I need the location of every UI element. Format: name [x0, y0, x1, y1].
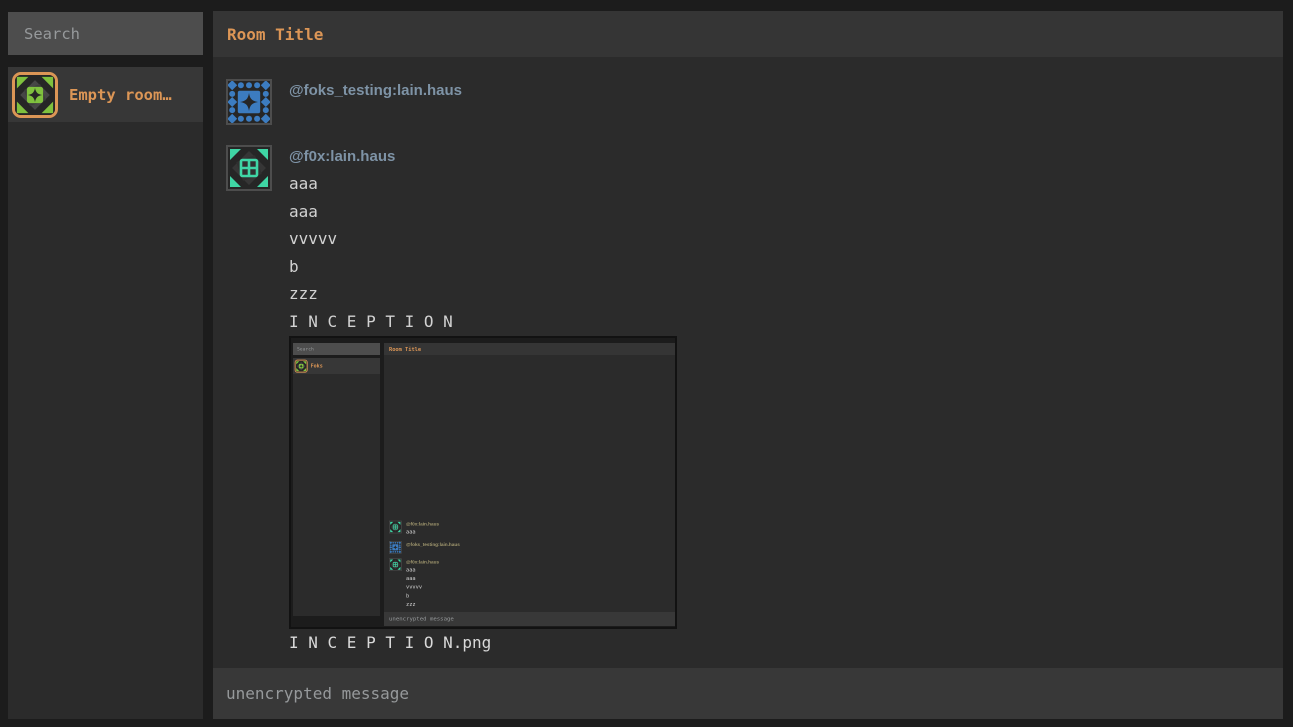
- search-input[interactable]: [8, 12, 203, 55]
- blue-dots-identicon[interactable]: [226, 79, 272, 125]
- message-text: aaa: [289, 198, 677, 226]
- mini-message-sender: @f0x:lain.haus: [406, 559, 439, 565]
- composer: [213, 668, 1283, 719]
- mini-room-name: Foks: [311, 363, 323, 369]
- message-text: aaa: [289, 170, 677, 198]
- teal-window-identicon[interactable]: [226, 145, 272, 191]
- message: @f0x:lain.haus aaa aaa vvvvv b zzz I N C…: [226, 145, 1283, 657]
- mini-message: @foks_testing:lain.haus: [389, 541, 677, 554]
- inception-screenshot: Search: [291, 338, 677, 629]
- message-text: vvvvv: [289, 225, 677, 253]
- mini-message-text: vvvvv: [406, 583, 439, 592]
- mini-room-item: Foks: [293, 358, 380, 374]
- mini-message: @f0x:lain.haus aaa aaa vvvvv b zzz: [389, 558, 677, 608]
- mini-message-sender: @foks_testing:lain.haus: [406, 541, 460, 547]
- mini-message-text: aaa: [406, 574, 439, 583]
- room-name: Empty room…: [69, 86, 172, 104]
- mini-room-title: Room Title: [389, 346, 421, 352]
- message-text: I N C E P T I O N: [289, 308, 677, 336]
- mini-sidebar: Search: [293, 343, 380, 616]
- sidebar: Empty room…: [8, 12, 203, 719]
- attachment-filename[interactable]: I N C E P T I O N.png: [289, 629, 677, 657]
- mini-room-header: Room Title: [384, 343, 677, 355]
- message-text: b: [289, 253, 677, 281]
- mini-message-timeline: @f0x:lain.haus aaa: [384, 355, 677, 612]
- message-sender[interactable]: @f0x:lain.haus: [289, 147, 677, 167]
- mini-chat-panel: Room Title: [384, 343, 677, 626]
- mini-message-text: aaa: [406, 565, 439, 574]
- message-input[interactable]: [213, 684, 1283, 703]
- mini-message-input: unencrypted message: [384, 612, 677, 626]
- green-sparkle-identicon: [295, 359, 308, 372]
- message-timeline[interactable]: @foks_testing:lain.haus: [213, 57, 1283, 668]
- message-text: zzz: [289, 280, 677, 308]
- mini-message-text: aaa: [406, 528, 439, 537]
- room-title: Room Title: [227, 25, 323, 44]
- message-sender[interactable]: @foks_testing:lain.haus: [289, 81, 462, 101]
- mini-message-text: zzz: [406, 600, 439, 609]
- chat-panel: Room Title: [213, 11, 1283, 719]
- room-item-empty-room[interactable]: Empty room…: [8, 67, 203, 122]
- image-attachment[interactable]: Search: [289, 336, 677, 629]
- blue-dots-identicon: [389, 541, 402, 554]
- room-list: Empty room…: [8, 67, 203, 719]
- teal-window-identicon: [389, 558, 402, 571]
- room-header: Room Title: [213, 11, 1283, 57]
- mini-message: @f0x:lain.haus aaa: [389, 521, 677, 537]
- green-sparkle-identicon: [12, 72, 58, 118]
- mini-message-sender: @f0x:lain.haus: [406, 521, 439, 527]
- message: @foks_testing:lain.haus: [226, 79, 1283, 125]
- mini-message-text: b: [406, 591, 439, 600]
- mini-room-list: Foks: [293, 358, 380, 616]
- teal-window-identicon: [389, 521, 402, 534]
- mini-search-input: Search: [293, 343, 380, 355]
